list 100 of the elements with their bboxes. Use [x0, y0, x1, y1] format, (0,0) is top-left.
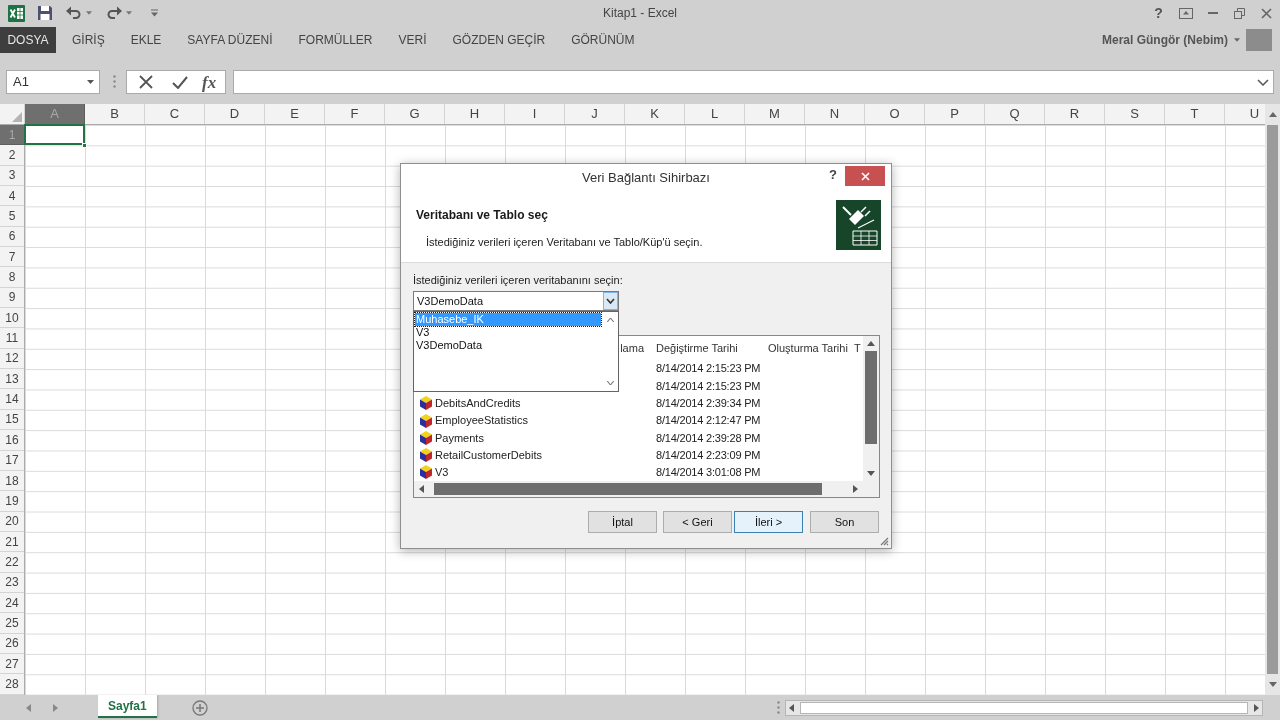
column-header[interactable]: T: [1165, 104, 1225, 124]
row-header[interactable]: 9: [0, 287, 24, 309]
column-header[interactable]: R: [1045, 104, 1105, 124]
scroll-down-icon[interactable]: [606, 381, 614, 385]
scroll-up-icon[interactable]: [606, 318, 614, 322]
save-icon[interactable]: [37, 5, 53, 21]
resize-grip-icon[interactable]: [880, 537, 889, 546]
previous-sheet-icon[interactable]: [26, 703, 31, 712]
active-cell[interactable]: [24, 124, 85, 146]
caret-icon[interactable]: [1234, 38, 1240, 42]
column-header[interactable]: I: [505, 104, 565, 124]
scrollbar-thumb[interactable]: [800, 701, 1248, 714]
spreadsheet-app-icon[interactable]: [8, 4, 25, 22]
splitter-handle-icon[interactable]: [777, 701, 780, 714]
column-header[interactable]: N: [805, 104, 865, 124]
column-header[interactable]: Oluşturma Tarihi: [768, 339, 848, 357]
ribbon-tab[interactable]: FORMÜLLER: [298, 31, 373, 49]
column-header[interactable]: S: [1105, 104, 1165, 124]
row-header[interactable]: 10: [0, 308, 24, 329]
column-header[interactable]: M: [745, 104, 805, 124]
scroll-right-icon[interactable]: [1254, 703, 1259, 712]
row-header[interactable]: 8: [0, 267, 24, 288]
dropdown-icon[interactable]: [603, 292, 618, 310]
name-box[interactable]: A1: [6, 70, 100, 94]
column-header[interactable]: P: [925, 104, 985, 124]
scroll-left-icon[interactable]: [419, 485, 424, 493]
drag-handle-icon[interactable]: [113, 75, 116, 88]
row-header[interactable]: 4: [0, 186, 24, 207]
scrollbar-thumb[interactable]: [434, 483, 822, 495]
scroll-up-icon[interactable]: [867, 341, 875, 346]
vertical-scrollbar[interactable]: [1265, 104, 1280, 695]
column-header[interactable]: E: [265, 104, 325, 124]
scroll-left-icon[interactable]: [789, 703, 794, 712]
row-header[interactable]: 16: [0, 430, 24, 451]
column-header[interactable]: lama: [620, 339, 644, 357]
column-header[interactable]: J: [565, 104, 625, 124]
file-tab[interactable]: DOSYA: [0, 27, 56, 53]
row-header[interactable]: 5: [0, 206, 24, 227]
column-header[interactable]: G: [385, 104, 445, 124]
column-header[interactable]: B: [85, 104, 145, 124]
row-header[interactable]: 6: [0, 226, 24, 248]
row-header[interactable]: 13: [0, 369, 24, 390]
help-button[interactable]: ?: [1145, 0, 1172, 26]
dropdown-option[interactable]: V3: [415, 326, 601, 339]
add-sheet-icon[interactable]: [191, 699, 208, 716]
ribbon-tab[interactable]: GİRİŞ: [72, 31, 105, 49]
row-header[interactable]: 20: [0, 511, 24, 532]
table-name[interactable]: Payments: [435, 429, 484, 447]
row-header[interactable]: 12: [0, 348, 24, 370]
expand-icon[interactable]: [1257, 78, 1269, 86]
scrollbar-thumb[interactable]: [865, 351, 877, 444]
column-header[interactable]: L: [685, 104, 745, 124]
fill-handle-icon[interactable]: [82, 142, 87, 148]
column-header[interactable]: U: [1225, 104, 1265, 124]
row-header[interactable]: 19: [0, 491, 24, 512]
table-name[interactable]: EmployeeStatistics: [435, 412, 528, 429]
dialog-button[interactable]: Son: [810, 511, 879, 533]
column-header[interactable]: H: [445, 104, 505, 124]
row-header[interactable]: 15: [0, 409, 24, 431]
row-header[interactable]: 27: [0, 653, 24, 675]
column-header[interactable]: C: [145, 104, 205, 124]
ribbon-tab[interactable]: VERİ: [398, 31, 427, 49]
ribbon-tab[interactable]: EKLE: [130, 31, 162, 49]
check-icon[interactable]: [172, 75, 188, 89]
row-header[interactable]: 18: [0, 470, 24, 492]
table-name[interactable]: V3: [435, 464, 449, 481]
row-header[interactable]: 17: [0, 450, 24, 471]
sheet-tab[interactable]: Sayfa1: [98, 695, 157, 718]
dialog-button[interactable]: İleri >: [734, 511, 803, 533]
table-name[interactable]: DebitsAndCredits: [435, 395, 521, 412]
ribbon-tab[interactable]: GÖZDEN GEÇİR: [452, 31, 546, 49]
row-header[interactable]: 11: [0, 328, 24, 349]
column-header[interactable]: Q: [985, 104, 1045, 124]
undo-icon[interactable]: [66, 6, 82, 20]
column-header[interactable]: Değiştirme Tarihi: [656, 339, 738, 357]
cancel-icon[interactable]: [139, 75, 153, 89]
column-header[interactable]: D: [205, 104, 265, 124]
close-button[interactable]: [845, 166, 885, 186]
column-header[interactable]: F: [325, 104, 385, 124]
column-header[interactable]: T: [854, 339, 861, 357]
database-combo[interactable]: V3DemoData: [413, 291, 619, 311]
row-header[interactable]: 2: [0, 145, 24, 166]
dialog-button[interactable]: İptal: [588, 511, 657, 533]
ribbon-tab[interactable]: GÖRÜNÜM: [571, 31, 635, 49]
row-header[interactable]: 3: [0, 165, 24, 187]
scroll-down-icon[interactable]: [1268, 682, 1277, 687]
customize-toolbar-icon[interactable]: [150, 9, 159, 17]
dropdown-option[interactable]: V3DemoData: [415, 339, 601, 352]
next-sheet-icon[interactable]: [53, 703, 58, 712]
row-header[interactable]: 21: [0, 531, 24, 553]
scroll-down-icon[interactable]: [867, 471, 875, 476]
row-header[interactable]: 23: [0, 572, 24, 593]
column-header[interactable]: O: [865, 104, 925, 124]
scroll-up-icon[interactable]: [1268, 112, 1277, 117]
row-header[interactable]: 22: [0, 552, 24, 573]
redo-icon[interactable]: [106, 6, 122, 20]
formula-input[interactable]: [233, 70, 1274, 94]
help-button[interactable]: ?: [829, 167, 837, 183]
row-header[interactable]: 14: [0, 389, 24, 410]
ribbon-tab[interactable]: SAYFA DÜZENİ: [187, 31, 273, 49]
